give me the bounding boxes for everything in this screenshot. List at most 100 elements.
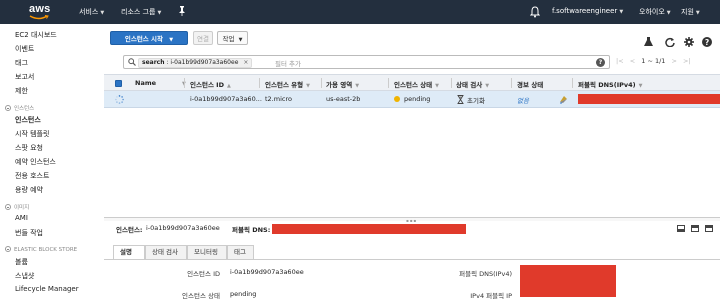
chevron-down-icon: ▼ <box>100 10 105 16</box>
column-instance-state[interactable]: 인스턴스 상태 ▼ <box>394 79 439 89</box>
sidebar-item-launch-templates[interactable]: 시작 템플릿 <box>15 129 49 139</box>
detail-key-instance-id: 인스턴스 ID <box>187 270 220 278</box>
redacted-public-dns <box>578 94 720 104</box>
actions-label: 작업 <box>222 35 235 43</box>
detail-key-public-dns: 퍼블릭 DNS(IPv4) <box>459 270 512 278</box>
filter-help-icon[interactable]: ? <box>596 57 605 67</box>
column-divider <box>572 78 573 88</box>
detail-instance-label: 인스턴스: <box>116 226 143 234</box>
tab-tags[interactable]: 태그 <box>227 245 254 259</box>
first-page-icon[interactable]: |< <box>616 57 624 65</box>
sidebar-item-events[interactable]: 이벤트 <box>15 44 34 54</box>
support-label: 지원 <box>681 8 694 16</box>
sidebar-item-ec2-dashboard[interactable]: EC2 대시보드 <box>15 30 57 40</box>
sidebar-item-volumes[interactable]: 볼륨 <box>15 257 28 267</box>
gear-icon[interactable] <box>684 37 694 47</box>
sidebar-section-title: 이미지 <box>14 205 30 211</box>
sidebar-item-capacity-reservations[interactable]: 용량 예약 <box>15 185 43 195</box>
sidebar-item-dedicated-hosts[interactable]: 전용 호스트 <box>15 171 49 181</box>
sidebar-section-ebs[interactable]: ELASTIC BLOCK STORE <box>5 246 77 253</box>
redacted-detail-public-dns-ip <box>520 265 616 297</box>
aws-smile-icon <box>29 15 49 20</box>
column-alarm-status[interactable]: 경보 상태 <box>517 79 543 89</box>
aws-logo[interactable]: aws <box>28 3 52 21</box>
sidebar-item-lifecycle-manager[interactable]: Lifecycle Manager <box>15 285 79 293</box>
hourglass-icon <box>457 95 464 104</box>
filter-chip[interactable]: search : i-0a1b99d907a3a60ee × <box>138 57 253 68</box>
chevron-down-icon: ▼ <box>619 9 624 15</box>
support-menu[interactable]: 지원 ▼ <box>681 7 700 17</box>
column-instance-type[interactable]: 인스턴스 유형 ▼ <box>265 79 310 89</box>
sidebar-section-images[interactable]: 이미지 <box>5 203 29 211</box>
sidebar: EC2 대시보드 이벤트 태그 보고서 제한 인스턴스 인스턴스 시작 템플릿 … <box>0 24 104 304</box>
pending-status-icon <box>394 96 400 102</box>
connect-button[interactable]: 연결 <box>193 31 213 45</box>
detail-key-instance-state: 인스턴스 상태 <box>182 292 220 300</box>
tab-status-checks[interactable]: 상태 검사 <box>145 245 187 259</box>
table-row[interactable]: i-0a1b99d907a3a60... t2.micro us-east-2b… <box>104 91 720 108</box>
sidebar-item-reserved-instances[interactable]: 예약 인스턴스 <box>15 157 56 167</box>
next-page-icon[interactable]: > <box>672 57 677 65</box>
select-all-checkbox[interactable] <box>115 80 122 87</box>
loading-spinner-icon <box>115 95 124 104</box>
actions-button[interactable]: 작업 ▼ <box>217 31 248 45</box>
sidebar-item-reports[interactable]: 보고서 <box>15 72 34 82</box>
detail-instance-value: i-0a1b99d907a3a60ee <box>146 224 220 232</box>
cell-alarm-status[interactable]: 없음 <box>517 95 529 105</box>
prev-page-icon[interactable]: < <box>630 57 635 65</box>
sort-icon: ▼ <box>485 83 490 89</box>
region-menu[interactable]: 오하이오 ▼ <box>639 7 671 17</box>
bell-alarm-icon[interactable] <box>559 95 568 104</box>
detail-dns-label: 퍼블릭 DNS: <box>232 226 271 234</box>
top-navigation-bar: aws 서비스 ▼ 리소스 그룹 ▼ f.softwareengineer ▼ 오하이… <box>0 0 720 24</box>
chevron-down-icon: ▼ <box>157 10 162 16</box>
flask-icon[interactable] <box>643 37 653 47</box>
sidebar-item-instances[interactable]: 인스턴스 <box>15 115 41 125</box>
pin-icon[interactable] <box>178 6 186 18</box>
panel-full-icon[interactable] <box>705 225 713 232</box>
account-name: f.softwareengineer <box>552 7 618 15</box>
main-content: 인스턴스 시작 ▼ 연결 작업 ▼ ? search : i-0a1b99d90… <box>104 24 720 304</box>
filter-chip-key: search <box>142 58 165 66</box>
table-header: Name ▼ 인스턴스 ID▲ 인스턴스 유형▼ 가용 영역▼ 인스턴스 상태▼… <box>104 74 720 91</box>
page-range: 1 ~ 1/1 <box>641 57 666 65</box>
services-menu[interactable]: 서비스 ▼ <box>79 7 104 17</box>
detail-value-instance-id: i-0a1b99d907a3a60ee <box>230 268 304 276</box>
sidebar-item-tags[interactable]: 태그 <box>15 58 28 68</box>
sidebar-item-ami[interactable]: AMI <box>15 214 28 222</box>
account-menu[interactable]: f.softwareengineer ▼ <box>552 7 623 15</box>
help-icon[interactable]: ? <box>702 37 712 47</box>
refresh-icon[interactable] <box>665 37 675 48</box>
svg-text:?: ? <box>705 38 709 47</box>
resource-groups-label: 리소스 그룹 <box>121 8 156 16</box>
launch-instance-button[interactable]: 인스턴스 시작 ▼ <box>110 31 188 45</box>
column-public-dns[interactable]: 퍼블릭 DNS(IPv4) ▼ <box>578 79 642 89</box>
filter-bar[interactable]: search : i-0a1b99d907a3a60ee × 필터 추가 ? <box>123 55 610 69</box>
column-instance-id[interactable]: 인스턴스 ID ▲ <box>190 79 231 89</box>
column-status-checks[interactable]: 상태 검사 ▼ <box>456 79 489 89</box>
resource-groups-menu[interactable]: 리소스 그룹 ▼ <box>121 7 161 17</box>
sidebar-section-instances[interactable]: 인스턴스 <box>5 104 34 112</box>
last-page-icon[interactable]: >| <box>683 57 691 65</box>
column-name[interactable]: Name <box>135 79 156 87</box>
sidebar-item-bundle-tasks[interactable]: 번들 작업 <box>15 228 43 238</box>
bell-icon[interactable] <box>529 6 541 18</box>
tab-description[interactable]: 설명 <box>113 245 145 260</box>
sidebar-item-spot-requests[interactable]: 스팟 요청 <box>15 143 43 153</box>
column-label: 가용 영역 <box>326 81 353 89</box>
column-label: 인스턴스 ID <box>190 81 224 89</box>
collapse-icon <box>5 204 11 210</box>
collapse-icon <box>5 246 11 252</box>
panel-top-icon[interactable] <box>691 225 699 232</box>
column-availability-zone[interactable]: 가용 영역 ▼ <box>326 79 359 89</box>
detail-header: 인스턴스: i-0a1b99d907a3a60ee 퍼블릭 DNS: <box>104 221 720 236</box>
panel-bottom-icon[interactable] <box>677 225 685 232</box>
aws-logo-text: aws <box>29 3 51 15</box>
chevron-down-icon: ▼ <box>695 10 700 16</box>
close-icon[interactable]: × <box>243 59 248 66</box>
filter-chip-value: i-0a1b99d907a3a60ee <box>170 58 239 66</box>
search-icon <box>128 58 136 66</box>
sidebar-item-snapshots[interactable]: 스냅샷 <box>15 271 34 281</box>
sidebar-item-limits[interactable]: 제한 <box>15 86 28 96</box>
tab-monitoring[interactable]: 모니터링 <box>187 245 227 259</box>
